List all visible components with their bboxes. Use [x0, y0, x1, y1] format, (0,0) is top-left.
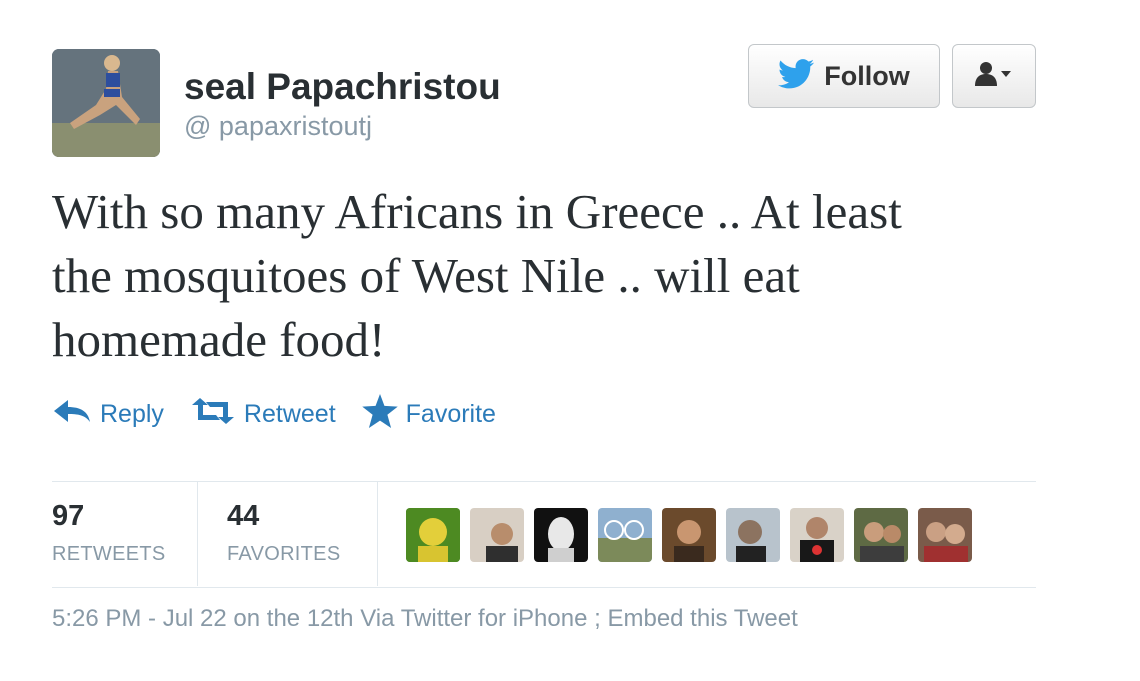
favorites-count: 44	[227, 500, 260, 532]
author-display-name[interactable]: seal Papachristou	[184, 66, 501, 108]
tweet-footer: 5:26 PM - Jul 22 on the 12th Via Twitter…	[52, 605, 798, 633]
twitter-bird-icon	[778, 58, 815, 94]
tweet-timestamp[interactable]: 5:26 PM - Jul 22 on the 12th	[52, 605, 354, 632]
retweets-label: RETWEETS	[52, 543, 166, 565]
user-dropdown-icon	[974, 61, 1014, 92]
favoriter-avatar[interactable]	[918, 508, 972, 562]
tweet-text: With so many Africans in Greece .. At le…	[52, 180, 1052, 372]
stats-bottom-divider	[52, 587, 1036, 588]
favoriter-avatar[interactable]	[854, 508, 908, 562]
tweet-text-line: With so many Africans in Greece .. At le…	[52, 184, 902, 239]
favoriter-avatar[interactable]	[598, 508, 652, 562]
reply-arrow-icon	[52, 398, 92, 431]
retweets-stat[interactable]: 97 RETWEETS	[52, 500, 166, 566]
favoriter-avatar[interactable]	[662, 508, 716, 562]
author-avatar[interactable]	[52, 49, 160, 157]
follow-button-label: Follow	[824, 60, 910, 91]
retweet-icon	[190, 397, 236, 432]
favoriter-avatar[interactable]	[790, 508, 844, 562]
favoriter-avatar[interactable]	[470, 508, 524, 562]
favoriter-avatar[interactable]	[406, 508, 460, 562]
tweet-source[interactable]: Via Twitter for iPhone	[360, 605, 587, 632]
embed-tweet-link[interactable]: Embed this Tweet	[607, 605, 797, 632]
star-icon	[361, 393, 398, 435]
tweet-text-line: the mosquitoes of West Nile .. will eat	[52, 248, 800, 303]
user-actions-dropdown[interactable]	[952, 44, 1036, 108]
tweet-actions: Reply Retweet Favorite	[52, 393, 522, 435]
retweets-count: 97	[52, 500, 85, 532]
follow-button[interactable]: Follow	[748, 44, 940, 108]
tweet-text-line: homemade food!	[52, 312, 386, 367]
stats-separator	[377, 482, 378, 586]
favorite-label: Favorite	[405, 399, 496, 428]
favorite-button[interactable]: Favorite	[361, 393, 496, 435]
stats-top-divider	[52, 481, 1036, 482]
avatar-photo	[52, 49, 160, 157]
reply-button[interactable]: Reply	[52, 398, 164, 431]
footer-separator: ;	[594, 605, 601, 632]
retweet-button[interactable]: Retweet	[190, 397, 336, 432]
favoriter-avatar[interactable]	[726, 508, 780, 562]
reply-label: Reply	[100, 399, 164, 428]
stats-separator	[197, 482, 198, 586]
retweet-label: Retweet	[243, 399, 336, 428]
favorites-stat[interactable]: 44 FAVORITES	[227, 500, 340, 566]
favoriters-avatar-list	[406, 508, 982, 562]
favorites-label: FAVORITES	[227, 543, 341, 565]
author-handle[interactable]: @ papaxristoutj	[184, 111, 372, 142]
favoriter-avatar[interactable]	[534, 508, 588, 562]
